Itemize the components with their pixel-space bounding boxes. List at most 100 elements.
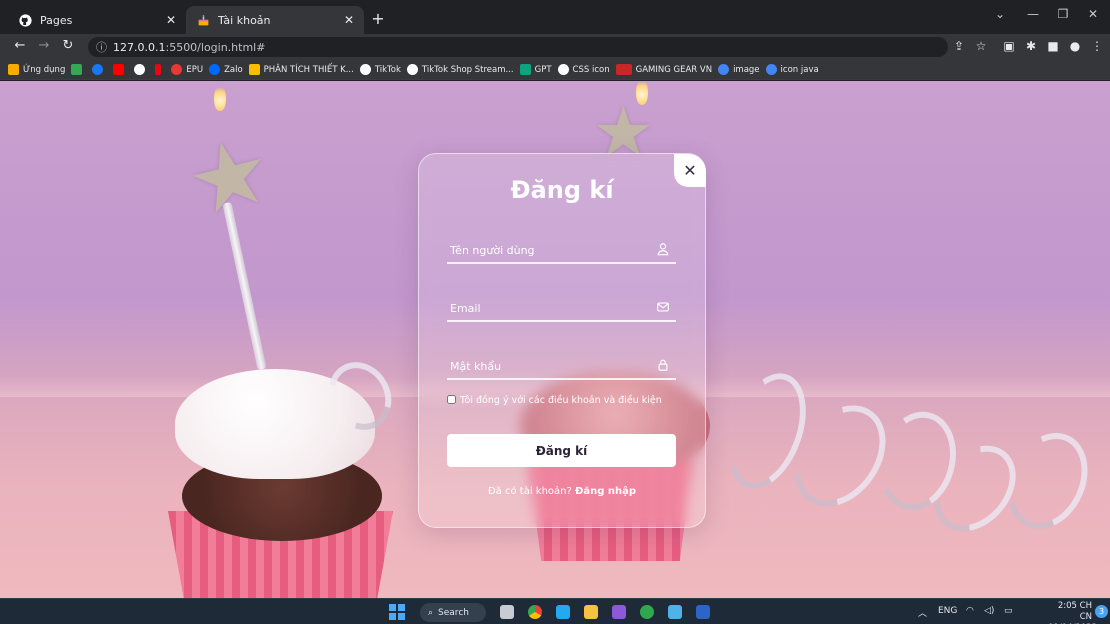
bookmark-analysis[interactable]: PHÂN TÍCH THIẾT K... [248, 64, 354, 75]
ribbon [992, 419, 1103, 543]
taskbar-search[interactable]: ⌕ Search [420, 603, 486, 622]
reload-icon[interactable]: ↻ [58, 38, 78, 53]
register-modal [418, 153, 706, 528]
minimize-icon[interactable]: — [1018, 7, 1048, 21]
close-tab-icon[interactable]: ✕ [344, 13, 354, 27]
gaming-gear-icon [615, 64, 632, 75]
word-icon[interactable] [696, 605, 710, 619]
tab-account[interactable]: Tài khoản ✕ [186, 6, 364, 34]
bookmark-zalo[interactable]: Zalo [209, 64, 243, 75]
bookmark-css-icon[interactable]: CSS icon [557, 64, 610, 75]
volume-icon[interactable]: ◁) [984, 606, 994, 616]
menu-icon[interactable]: ⋮ [1088, 39, 1106, 53]
share-icon[interactable]: ⇪ [950, 39, 968, 53]
system-clock[interactable]: 2:05 CH CN 09/04/2023 [1048, 601, 1097, 624]
bookmark-github[interactable] [134, 64, 149, 75]
tab-account-title: Tài khoản [218, 13, 271, 27]
terms-row: Tôi đồng ý với các điều khoản và điều ki… [447, 393, 676, 408]
back-icon[interactable]: ← [10, 38, 30, 53]
visual-studio-icon[interactable] [612, 605, 626, 619]
bookmark-star-icon[interactable]: ☆ [972, 39, 990, 53]
register-button[interactable]: Đăng kí [447, 434, 676, 467]
bookmark-apps[interactable]: Ứng dụng [8, 64, 65, 75]
windows-start-icon[interactable] [389, 604, 405, 620]
github-icon [134, 64, 146, 75]
bookmark-facebook[interactable] [92, 64, 107, 75]
github-icon [18, 13, 32, 27]
tab-strip: Pages ✕ Tài khoản ✕ + ⌄ — ❐ ✕ [0, 0, 1110, 34]
css-icon [557, 64, 569, 75]
close-tab-icon[interactable]: ✕ [166, 13, 176, 27]
login-prompt: Đã có tài khoản? Đăng nhập [418, 486, 706, 497]
clock-time: 2:05 CH [1057, 601, 1092, 611]
username-input[interactable] [447, 238, 647, 262]
bookmark-tiktok[interactable]: TikTok [359, 64, 401, 75]
windows-taskbar: ⌕Search ︿ ENG ◠ ◁) ▭ 2:05 CH CN 09/04/20… [0, 598, 1110, 624]
battery-icon[interactable]: ▭ [1004, 606, 1013, 616]
netflix-icon [155, 64, 162, 75]
mail-icon [657, 302, 669, 312]
address-host: 127.0.0.1 [113, 40, 166, 54]
extension-icon[interactable]: ▣ [1000, 39, 1018, 53]
bookmark-youtube[interactable] [113, 64, 128, 75]
address-bar[interactable]: ⓘ 127.0.0.1 :5500/login.html# [88, 37, 948, 57]
bookmark-epu[interactable]: EPU [171, 64, 203, 75]
clock-date: CN 09/04/2023 [1048, 612, 1097, 624]
bookmark-tiktok-shop[interactable]: TikTok Shop Stream... [406, 64, 514, 75]
close-window-icon[interactable]: ✕ [1078, 7, 1108, 21]
new-tab-button[interactable]: + [368, 9, 388, 28]
modal-title: Đăng kí [510, 176, 614, 204]
terms-checkbox[interactable] [447, 395, 456, 404]
wifi-icon[interactable]: ◠ [966, 606, 974, 616]
youtube-icon [113, 64, 125, 75]
user-icon [657, 243, 669, 256]
bookmark-image[interactable]: image [718, 64, 760, 75]
tab-pages-title: Pages [40, 13, 73, 27]
email-input[interactable] [447, 296, 647, 320]
sidepanel-icon[interactable]: ■ [1044, 39, 1062, 53]
image-icon [718, 64, 730, 75]
terms-label: Tôi đồng ý với các điều khoản và điều ki… [460, 395, 662, 406]
restore-icon[interactable]: ❐ [1048, 7, 1078, 21]
email-field [447, 296, 676, 322]
forward-icon[interactable]: → [34, 38, 54, 53]
tab-search-icon[interactable]: ⌄ [985, 7, 1015, 21]
tray-chevron-icon[interactable]: ︿ [918, 606, 927, 619]
cake-icon [196, 13, 210, 27]
tiktok-icon [406, 64, 418, 75]
chrome-icon[interactable] [528, 605, 542, 619]
password-input[interactable] [447, 354, 647, 378]
password-field [447, 354, 676, 380]
apps-grid-icon [8, 64, 19, 75]
search-icon: ⌕ [428, 607, 434, 618]
vscode-icon[interactable] [556, 605, 570, 619]
bookmark-icon-java[interactable]: icon java [765, 64, 819, 75]
tab-pages[interactable]: Pages ✕ [8, 6, 186, 34]
photos-icon[interactable] [668, 605, 682, 619]
task-view-icon[interactable] [500, 605, 514, 619]
tiktok-icon [359, 64, 371, 75]
globe-icon [765, 64, 777, 75]
sheet-icon [71, 64, 83, 75]
zalo-icon [209, 64, 221, 75]
notification-badge[interactable]: 3 [1095, 605, 1108, 618]
bookmark-gpt[interactable]: GPT [519, 64, 552, 75]
gpt-icon [519, 64, 531, 75]
login-link[interactable]: Đăng nhập [575, 486, 636, 497]
bookmark-sheet[interactable] [71, 64, 86, 75]
language-indicator[interactable]: ENG [938, 606, 957, 616]
bookmarks-bar: Ứng dụng EPU Zalo PHÂN TÍCH THIẾT K... T… [0, 60, 1110, 80]
have-account-text: Đã có tài khoản? [487, 486, 572, 497]
puzzle-icon[interactable]: ✱ [1022, 39, 1040, 53]
username-field [447, 238, 676, 264]
file-explorer-icon[interactable] [584, 605, 598, 619]
epu-icon [171, 64, 183, 75]
address-path: :5500/login.html# [165, 40, 266, 54]
info-icon[interactable]: ⓘ [96, 39, 107, 55]
lock-icon [658, 359, 668, 371]
xbox-icon[interactable] [640, 605, 654, 619]
bookmark-gaming-gear[interactable]: GAMING GEAR VN [615, 64, 712, 75]
drive-icon [248, 64, 260, 75]
avatar[interactable]: ● [1066, 39, 1084, 53]
bookmark-netflix[interactable] [155, 64, 165, 75]
